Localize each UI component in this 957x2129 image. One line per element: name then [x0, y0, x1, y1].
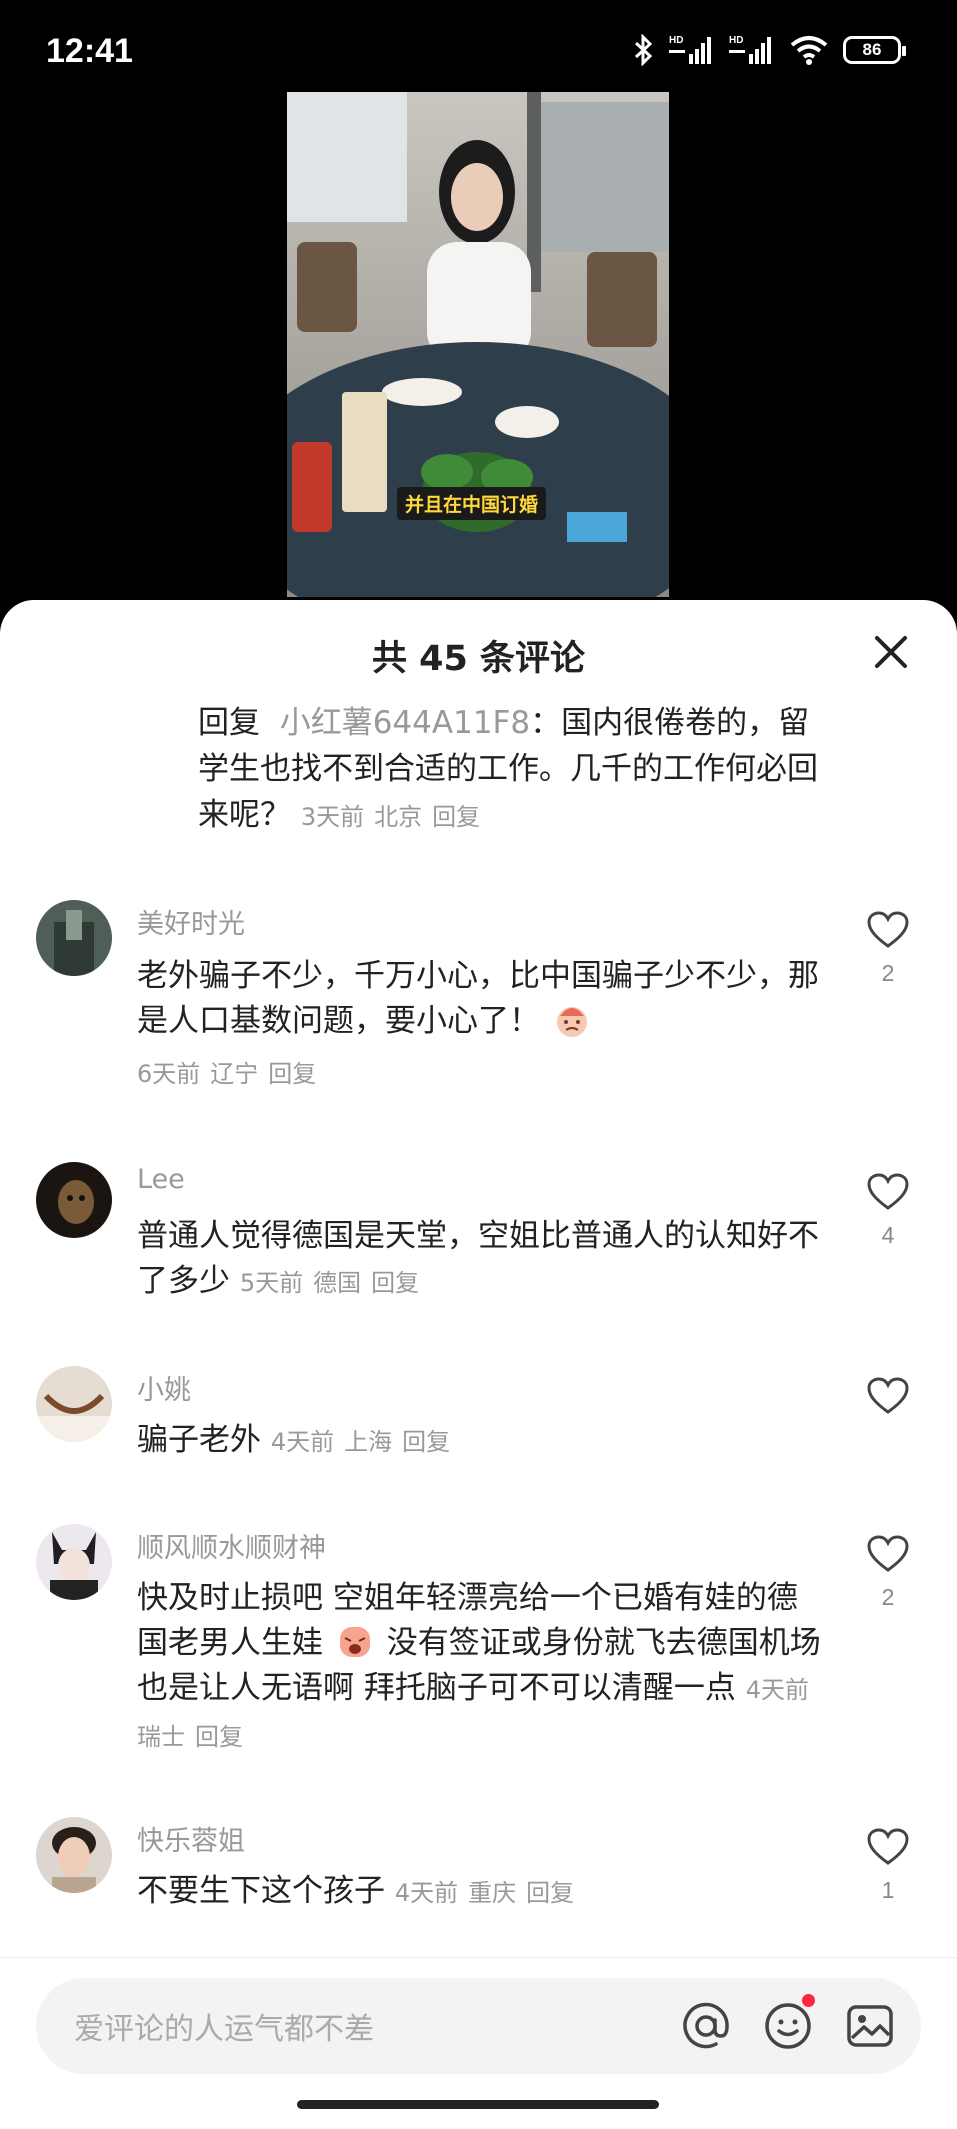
video-frame[interactable]: 并且在中国订婚 — [287, 92, 669, 597]
comment-location: 重庆 — [468, 1879, 517, 1907]
like-button[interactable]: 2 — [855, 910, 921, 987]
comment-sheet: 共 45 条评论 回复 小红薯644A11F8：国内很倦卷的，留学生也找不到合适… — [0, 600, 957, 2129]
comment-reply-button[interactable]: 回复 — [195, 1723, 243, 1751]
reply-location: 北京 — [374, 803, 423, 831]
signal-label: HD — [729, 35, 743, 46]
comment-text: 不要生下这个孩子 4天前 重庆 回复 — [137, 1869, 827, 1916]
reply-time: 3天前 — [300, 803, 365, 831]
avatar[interactable] — [36, 900, 112, 976]
comment-text: 快及时止损吧 空姐年轻漂亮给一个已婚有娃的德国老男人生娃 没有签证或身份就飞去德… — [137, 1576, 827, 1760]
reply-comment: 回复 小红薯644A11F8：国内很倦卷的，留学生也找不到合适的工作。几千的工作… — [198, 700, 838, 840]
comment-time: 6天前 — [137, 1060, 201, 1088]
comment-reply-button[interactable]: 回复 — [526, 1879, 574, 1907]
comment-text: 骗子老外 4天前 上海 回复 — [137, 1418, 827, 1465]
reply-prefix: 回复 — [198, 705, 260, 741]
comment-username[interactable]: 美好时光 — [137, 902, 245, 941]
comment-meta: 4天前 重庆 回复 — [395, 1879, 584, 1907]
like-count: 4 — [881, 1222, 895, 1248]
battery-level: 86 — [862, 40, 882, 59]
signal-label: HD — [669, 35, 683, 46]
reply-button[interactable]: 回复 — [432, 803, 480, 831]
comment-reply-button[interactable]: 回复 — [268, 1060, 316, 1088]
like-count: 2 — [881, 1584, 895, 1610]
like-button[interactable] — [855, 1376, 921, 1426]
comment-meta: 5天前 德国 回复 — [240, 1269, 429, 1297]
comment-count-title: 共 45 条评论 — [371, 639, 586, 679]
signal-icon: HD — [669, 35, 711, 64]
video-thumbnail — [287, 92, 669, 597]
comment-text: 普通人觉得德国是天堂，空姐比普通人的认知好不了多少 5天前 德国 回复 — [137, 1214, 827, 1306]
comment-reply-button[interactable]: 回复 — [402, 1428, 450, 1456]
video-caption: 并且在中国订婚 — [397, 487, 547, 520]
comment-input-placeholder: 爱评论的人运气都不差 — [74, 2012, 374, 2047]
avatar[interactable] — [36, 1366, 112, 1442]
image-button[interactable] — [844, 2000, 896, 2052]
comment-body: 老外骗子不少，千万小心，比中国骗子少不少，那是人口基数问题，要小心了！ — [137, 958, 819, 1039]
signal-icon: HD — [729, 35, 771, 64]
comment-body: 不要生下这个孩子 — [137, 1873, 385, 1909]
face-emoji — [554, 1002, 590, 1038]
comment-reply-button[interactable]: 回复 — [371, 1269, 419, 1297]
comment-username[interactable]: 顺风顺水顺财神 — [137, 1526, 326, 1565]
like-button[interactable]: 4 — [855, 1172, 921, 1249]
comment-location: 上海 — [344, 1428, 393, 1456]
wifi-icon — [790, 36, 828, 65]
crying-face-emoji — [337, 1624, 373, 1660]
reply-target-user[interactable]: 小红薯644A11F8 — [280, 705, 530, 741]
heart-icon — [867, 1377, 909, 1414]
comment-username[interactable]: Lee — [137, 1164, 185, 1195]
like-button[interactable]: 1 — [855, 1827, 921, 1904]
comment-time: 4天前 — [270, 1428, 335, 1456]
comment-username[interactable]: 快乐蓉姐 — [137, 1819, 245, 1858]
avatar[interactable] — [36, 1524, 112, 1600]
comment-time: 4天前 — [745, 1676, 809, 1704]
video-player[interactable]: 并且在中国订婚 — [0, 92, 957, 620]
at-icon — [683, 2002, 729, 2049]
heart-icon — [867, 1828, 909, 1865]
comment-time: 5天前 — [239, 1269, 304, 1297]
comment-input-bar: 爱评论的人运气都不差 — [0, 1957, 957, 2087]
like-count: 1 — [881, 1877, 895, 1903]
status-bar: 12:41 HD HD 86 — [0, 0, 957, 100]
close-button[interactable] — [869, 630, 913, 674]
heart-icon — [867, 911, 909, 948]
avatar[interactable] — [36, 1162, 112, 1238]
emoji-icon — [765, 2003, 811, 2049]
battery-icon: 86 — [843, 36, 906, 64]
emoji-button[interactable] — [762, 1994, 815, 2052]
comment-time: 4天前 — [394, 1879, 459, 1907]
reply-meta: 3天前 北京 回复 — [301, 803, 490, 831]
comment-location: 辽宁 — [210, 1060, 259, 1088]
mention-button[interactable] — [680, 2000, 732, 2052]
heart-icon — [867, 1173, 909, 1210]
comment-meta: 4天前 上海 回复 — [271, 1428, 460, 1456]
comment-input[interactable]: 爱评论的人运气都不差 — [36, 1978, 921, 2074]
heart-icon — [867, 1535, 909, 1572]
notification-dot — [802, 1994, 815, 2007]
comment-text: 老外骗子不少，千万小心，比中国骗子少不少，那是人口基数问题，要小心了！ 6天前辽… — [137, 954, 827, 1097]
comment-body: 骗子老外 — [137, 1422, 261, 1458]
image-icon — [847, 2005, 893, 2047]
like-button[interactable]: 2 — [855, 1534, 921, 1611]
close-icon — [875, 636, 907, 668]
status-time: 12:41 — [46, 32, 133, 70]
comment-location: 德国 — [313, 1269, 362, 1297]
comment-username[interactable]: 小姚 — [137, 1368, 191, 1407]
avatar[interactable] — [36, 1817, 112, 1893]
bluetooth-icon — [634, 34, 653, 66]
comment-meta: 6天前 辽宁 回复 — [137, 1052, 827, 1097]
like-count: 2 — [881, 960, 895, 986]
status-icons: HD HD 86 — [633, 34, 906, 66]
home-indicator[interactable] — [297, 2100, 659, 2109]
comment-location: 瑞士 — [137, 1723, 185, 1751]
